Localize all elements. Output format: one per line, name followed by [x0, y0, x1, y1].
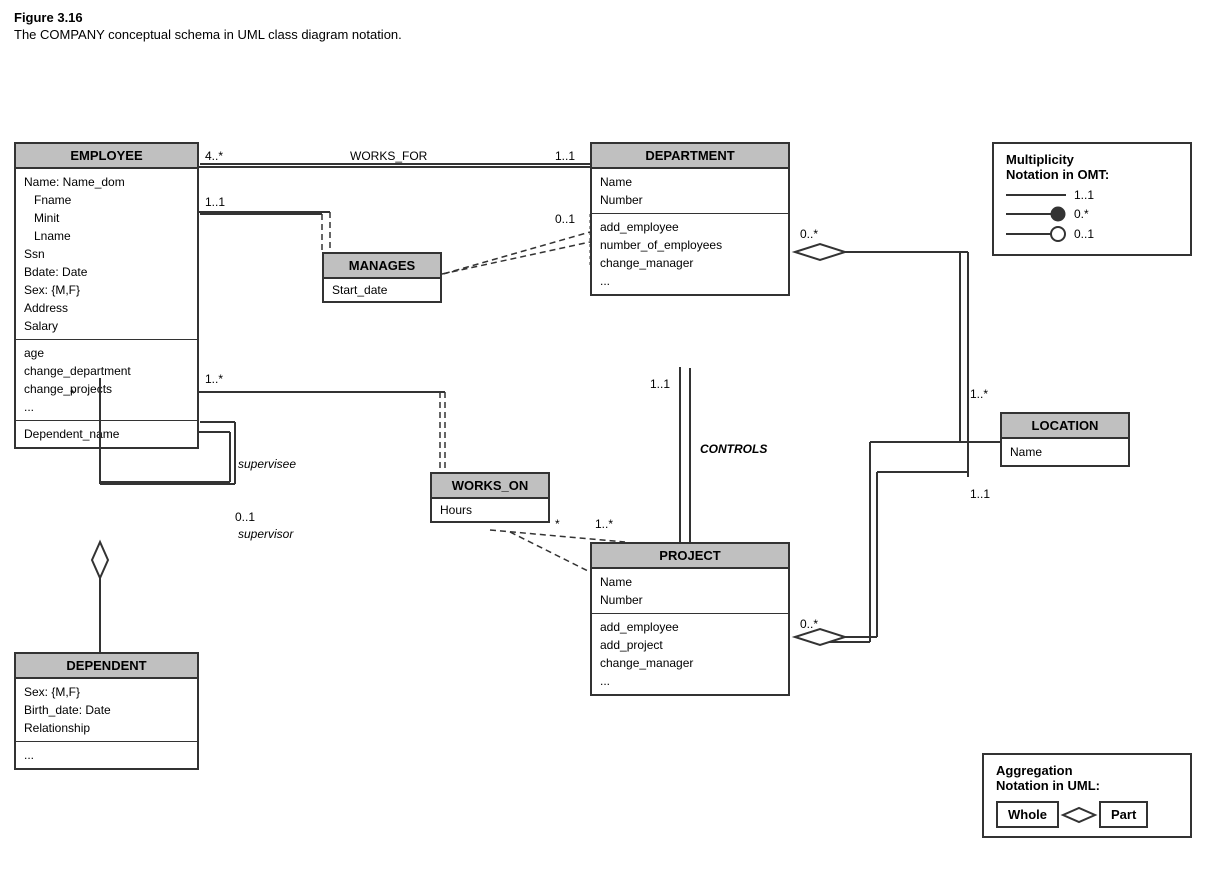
- mult-location-proj: 1..1: [970, 487, 990, 501]
- mult-works-for-dep: 1..1: [555, 149, 575, 163]
- project-section2: add_employee add_project change_manager …: [592, 614, 788, 694]
- mult-controls-proj: 1..*: [595, 517, 613, 531]
- mult-works-on-proj: *: [555, 517, 560, 531]
- works-on-header: WORKS_ON: [432, 474, 548, 499]
- department-header: DEPARTMENT: [592, 144, 788, 169]
- department-section1: Name Number: [592, 169, 788, 214]
- mult-proj-location: 0..*: [800, 617, 818, 631]
- project-class: PROJECT Name Number add_employee add_pro…: [590, 542, 790, 696]
- figure-title: Figure 3.16: [14, 10, 1192, 25]
- mult-works-on-emp: 1..*: [205, 372, 223, 386]
- dependent-section2: ...: [16, 742, 197, 768]
- manages-header: MANAGES: [324, 254, 440, 279]
- project-section1: Name Number: [592, 569, 788, 614]
- location-section1: Name: [1002, 439, 1128, 465]
- employee-section2: age change_department change_projects ..…: [16, 340, 197, 421]
- multiplicity-notation-title: Multiplicity Notation in OMT:: [1006, 152, 1178, 182]
- works-on-body: Hours: [432, 499, 548, 521]
- mult-location-dept: 1..*: [970, 387, 988, 401]
- mult-works-for-emp: 4..*: [205, 149, 223, 163]
- multiplicity-notation-box: Multiplicity Notation in OMT: 1..1 0.* 0…: [992, 142, 1192, 256]
- supervisee-label: supervisee: [238, 457, 296, 471]
- notation-row-0star: 0.*: [1006, 206, 1178, 222]
- aggregation-notation-title: Aggregation Notation in UML:: [996, 763, 1178, 793]
- controls-label: CONTROLS: [700, 442, 767, 456]
- works-on-box: WORKS_ON Hours: [430, 472, 550, 523]
- part-label: Part: [1099, 801, 1148, 828]
- department-class: DEPARTMENT Name Number add_employee numb…: [590, 142, 790, 296]
- dependent-class: DEPENDENT Sex: {M,F} Birth_date: Date Re…: [14, 652, 199, 770]
- manages-box: MANAGES Start_date: [322, 252, 442, 303]
- dependent-section1: Sex: {M,F} Birth_date: Date Relationship: [16, 679, 197, 742]
- manages-body: Start_date: [324, 279, 440, 301]
- employee-section3: Dependent_name: [16, 421, 197, 447]
- notation-row-01: 0..1: [1006, 226, 1178, 242]
- supervisor-label: supervisor: [238, 527, 293, 541]
- figure-caption: The COMPANY conceptual schema in UML cla…: [14, 27, 1192, 42]
- mult-manages-emp: 1..1: [205, 195, 225, 209]
- employee-class: EMPLOYEE Name: Name_dom Fname Minit Lnam…: [14, 142, 199, 449]
- dependent-header: DEPENDENT: [16, 654, 197, 679]
- notation-row-11: 1..1: [1006, 188, 1178, 202]
- employee-section1: Name: Name_dom Fname Minit Lname Ssn Bda…: [16, 169, 197, 340]
- diagram-area: EMPLOYEE Name: Name_dom Fname Minit Lnam…: [0, 52, 1206, 852]
- location-class: LOCATION Name: [1000, 412, 1130, 467]
- aggregation-notation-box: Aggregation Notation in UML: Whole Part: [982, 753, 1192, 838]
- mult-manages-dep: 0..1: [555, 212, 575, 226]
- department-section2: add_employee number_of_employees change_…: [592, 214, 788, 294]
- works-for-label: WORKS_FOR: [350, 149, 427, 163]
- project-header: PROJECT: [592, 544, 788, 569]
- mult-supervisor: 0..1: [235, 510, 255, 524]
- mult-dept-location: 0..*: [800, 227, 818, 241]
- whole-label: Whole: [996, 801, 1059, 828]
- employee-header: EMPLOYEE: [16, 144, 197, 169]
- mult-supervisee: *: [70, 387, 75, 401]
- mult-controls-dep: 1..1: [650, 377, 670, 391]
- location-header: LOCATION: [1002, 414, 1128, 439]
